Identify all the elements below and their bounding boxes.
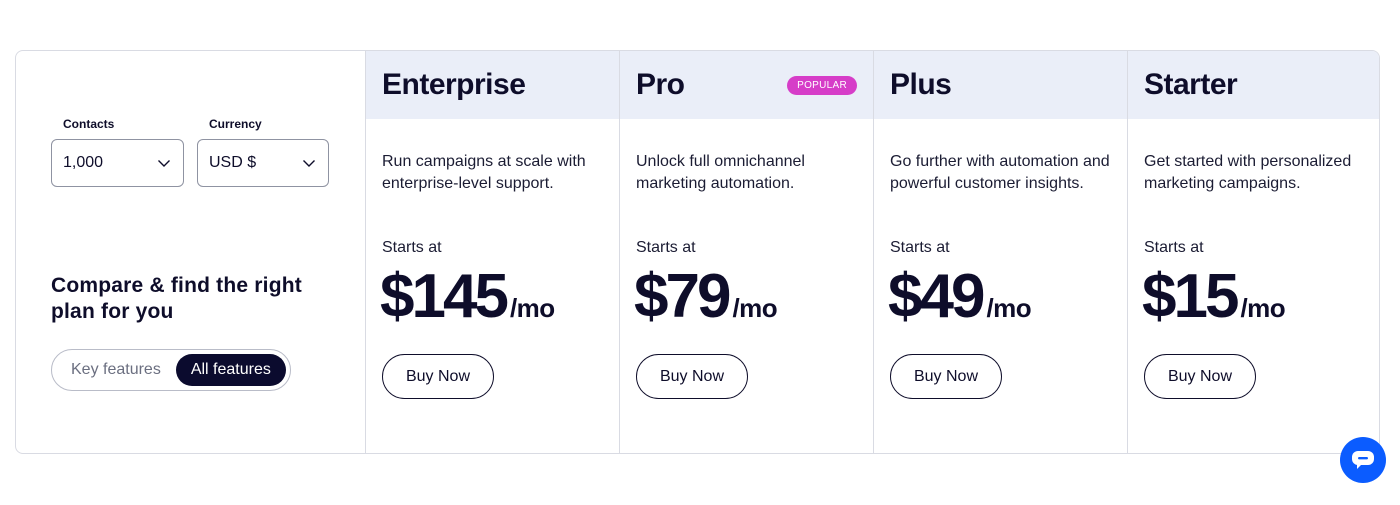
contacts-select[interactable]: 1,000 <box>51 139 184 187</box>
contacts-value: 1,000 <box>63 154 104 171</box>
plan-description: Unlock full omnichannel marketing automa… <box>636 153 805 192</box>
plan-price: $79 <box>634 262 731 331</box>
plan-header: Starter <box>1128 51 1379 119</box>
price-period: /mo <box>986 293 1032 323</box>
plan-description: Get started with personalized marketing … <box>1144 153 1352 192</box>
plan-header: Plus <box>874 51 1127 119</box>
plan-name: Starter <box>1144 68 1238 101</box>
plan-name: Pro <box>636 68 685 101</box>
price-period: /mo <box>1240 293 1286 323</box>
price-period: /mo <box>509 293 555 323</box>
plan-price: $49 <box>888 262 985 331</box>
plan-controls-panel: Contacts 1,000 Currency USD $ Compare & … <box>16 51 366 453</box>
buy-now-button-pro[interactable]: Buy Now <box>636 354 748 399</box>
chevron-down-icon <box>158 160 170 167</box>
starts-at-label: Starts at <box>382 239 442 256</box>
plan-description: Run campaigns at scale with enterprise-l… <box>382 153 586 192</box>
plan-header: Enterprise <box>366 51 619 119</box>
toggle-key-features[interactable]: Key features <box>56 354 176 386</box>
feature-toggle: Key features All features <box>51 349 291 391</box>
pricing-table: Contacts 1,000 Currency USD $ Compare & … <box>15 50 1380 454</box>
chat-bubble-icon <box>1352 451 1374 469</box>
chat-button[interactable] <box>1340 437 1386 483</box>
plan-name: Enterprise <box>382 68 526 101</box>
currency-label: Currency <box>209 117 262 131</box>
plan-column-plus: Plus Go further with automation and powe… <box>874 51 1128 453</box>
plan-column-pro: Pro POPULAR Unlock full omnichannel mark… <box>620 51 874 453</box>
currency-value: USD $ <box>209 154 257 171</box>
price-row: $15 /mo <box>1142 261 1286 333</box>
plan-name: Plus <box>890 68 952 101</box>
buy-now-button-enterprise[interactable]: Buy Now <box>382 354 494 399</box>
contacts-field: Contacts 1,000 <box>51 117 184 187</box>
currency-select[interactable]: USD $ <box>197 139 329 187</box>
starts-at-label: Starts at <box>1144 239 1204 256</box>
toggle-all-features[interactable]: All features <box>175 354 286 386</box>
contacts-label: Contacts <box>63 117 115 131</box>
plan-description: Go further with automation and powerful … <box>890 153 1110 192</box>
starts-at-label: Starts at <box>636 239 696 256</box>
plan-price: $15 <box>1142 262 1239 331</box>
price-row: $79 /mo <box>634 261 778 333</box>
buy-now-button-starter[interactable]: Buy Now <box>1144 354 1256 399</box>
compare-heading: Compare & find the right plan for you <box>51 274 302 323</box>
chevron-down-icon <box>303 160 315 167</box>
currency-field: Currency USD $ <box>197 117 329 187</box>
plan-column-enterprise: Enterprise Run campaigns at scale with e… <box>366 51 620 453</box>
price-row: $145 /mo <box>380 261 555 333</box>
plan-header: Pro POPULAR <box>620 51 873 119</box>
plan-price: $145 <box>380 262 509 331</box>
popular-badge: POPULAR <box>787 75 857 95</box>
buy-now-button-plus[interactable]: Buy Now <box>890 354 1002 399</box>
price-period: /mo <box>732 293 778 323</box>
starts-at-label: Starts at <box>890 239 950 256</box>
price-row: $49 /mo <box>888 261 1032 333</box>
plan-column-starter: Starter Get started with personalized ma… <box>1128 51 1379 453</box>
